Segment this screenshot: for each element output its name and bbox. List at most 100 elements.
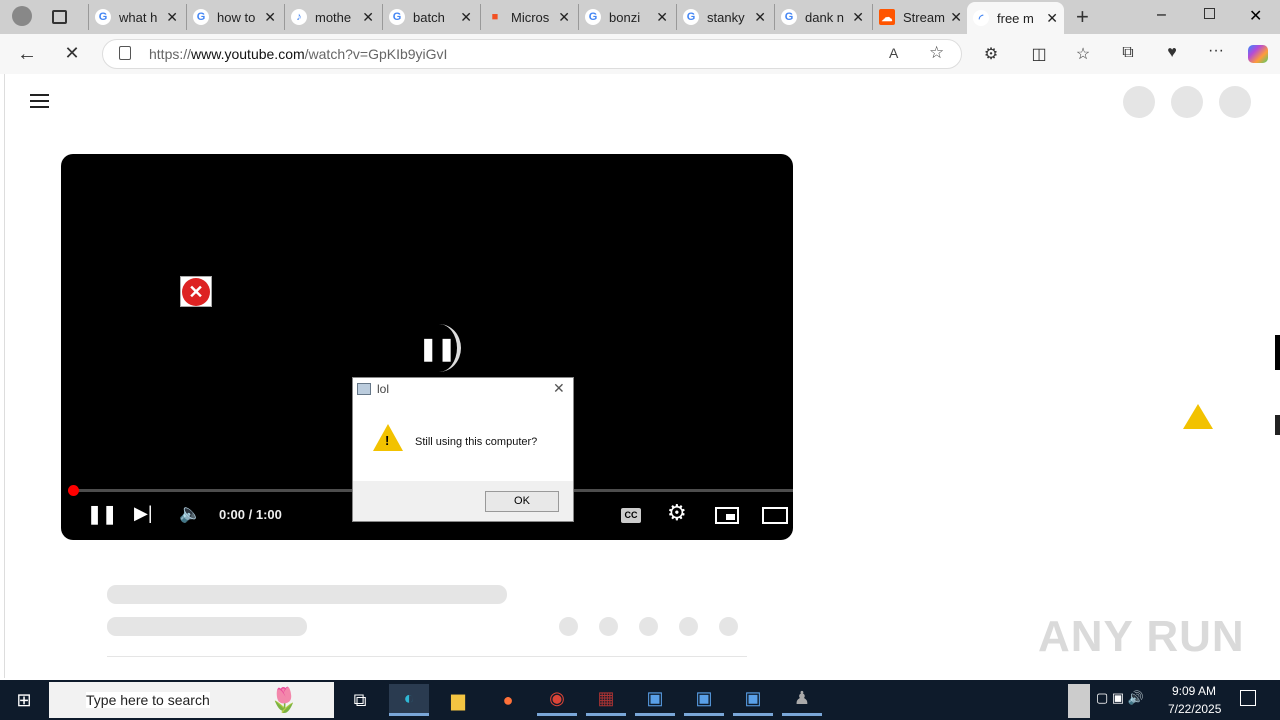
progress-scrubber[interactable] <box>68 485 79 496</box>
clock-time[interactable]: 9:09 AM <box>1172 684 1216 698</box>
split-screen-icon[interactable]: ◫ <box>1027 44 1051 64</box>
url-prefix: https:// <box>149 46 192 62</box>
placeholder-circle <box>1171 86 1203 118</box>
clock-date[interactable]: 7/22/2025 <box>1168 702 1221 716</box>
volume-button[interactable]: 🔈 <box>179 503 201 524</box>
app-window-icon[interactable]: ▣ <box>733 684 773 716</box>
dialog-close-button[interactable]: ✕ <box>553 380 565 397</box>
notifications-icon[interactable] <box>1240 690 1256 706</box>
file-explorer-icon[interactable]: ▆ <box>438 684 478 716</box>
pause-button[interactable]: ❚❚ <box>87 504 117 525</box>
action-placeholder <box>679 617 698 636</box>
extensions-icon[interactable]: ⚙ <box>979 44 1003 64</box>
miniplayer-button[interactable] <box>715 507 739 524</box>
app-window-icon[interactable]: ▣ <box>684 684 724 716</box>
tab[interactable]: ■ Micros ✕ <box>480 4 576 30</box>
tray-box <box>1068 684 1090 718</box>
copilot-icon[interactable] <box>1248 45 1268 63</box>
theater-mode-button[interactable] <box>762 507 788 524</box>
tab[interactable]: Ghow to ✕ <box>186 4 282 30</box>
tab-close-icon[interactable]: ✕ <box>950 9 962 26</box>
error-icon: ✕ <box>180 276 212 307</box>
tab-title: free m <box>997 10 1034 26</box>
site-info-icon[interactable] <box>119 46 131 60</box>
google-icon: G <box>193 9 209 25</box>
tab-close-icon[interactable]: ✕ <box>460 9 472 26</box>
tray-icons[interactable]: ▢ ▣ 🔊 <box>1096 690 1144 706</box>
tab-close-icon[interactable]: ✕ <box>264 9 276 26</box>
pause-indicator-icon: ❚❚ <box>419 336 456 361</box>
address-bar[interactable]: https://www.youtube.com/watch?v=GpKIb9yi… <box>102 39 962 69</box>
tab-close-icon[interactable]: ✕ <box>754 9 766 26</box>
app-icon[interactable]: ♟ <box>782 684 822 716</box>
tab-actions-icon[interactable] <box>52 10 67 24</box>
tab-title: batch <box>413 9 445 25</box>
tab[interactable]: Gbatch ✕ <box>382 4 478 30</box>
tab-close-icon[interactable]: ✕ <box>852 9 864 26</box>
search-flowers-icon: 🌷 <box>269 687 299 714</box>
google-icon: G <box>781 9 797 25</box>
tab[interactable]: ☁ Stream ✕ <box>872 4 968 30</box>
back-button[interactable]: ← <box>15 43 39 66</box>
restore-button[interactable] <box>1204 8 1215 19</box>
chrome-icon[interactable]: ◉ <box>537 684 577 716</box>
tab-title: what h <box>119 9 158 25</box>
taskbar: ⊞ Type here to search 🌷 ⧉ ◐ ▆ ● ◉ ▦ ▣ ▣ … <box>0 680 1280 720</box>
tab-close-icon[interactable]: ✕ <box>166 9 178 26</box>
title-placeholder <box>107 585 507 604</box>
tab[interactable]: Gdank n ✕ <box>774 4 870 30</box>
minimize-button[interactable]: – <box>1157 6 1166 24</box>
more-menu-icon[interactable]: ··· <box>1204 42 1228 60</box>
settings-button[interactable]: ⚙ <box>667 500 687 526</box>
search-placeholder: Type here to search <box>86 692 210 708</box>
next-button[interactable]: ▶| <box>134 503 153 524</box>
edge-taskbar-icon[interactable]: ◐ <box>389 684 429 716</box>
start-button[interactable]: ⊞ <box>4 684 44 716</box>
action-placeholder <box>639 617 658 636</box>
warning-mark: ! <box>385 433 390 448</box>
tab-title: Stream <box>903 9 945 25</box>
tab-title: bonzi <box>609 9 641 25</box>
soundcloud-icon: ☁ <box>879 9 895 25</box>
tab-close-icon[interactable]: ✕ <box>558 9 570 26</box>
tab[interactable]: ♪ mothe ✕ <box>284 4 380 30</box>
url-path: /watch?v=GpKIb9yiGvI <box>304 46 448 62</box>
captions-button[interactable]: CC <box>621 508 641 523</box>
google-icon: G <box>389 9 405 25</box>
menu-icon[interactable] <box>30 94 49 108</box>
collections-icon[interactable]: ⧉ <box>1116 44 1140 62</box>
read-aloud-icon[interactable]: A <box>889 45 898 61</box>
microsoft-icon: ■ <box>491 11 499 23</box>
google-icon: G <box>95 9 111 25</box>
tab[interactable]: Gwhat h ✕ <box>88 4 184 30</box>
anyrun-watermark: ANY RUN <box>1038 612 1245 661</box>
scrollbar-artifact <box>1275 415 1280 435</box>
browser-essentials-icon[interactable]: ♥ <box>1160 44 1184 62</box>
tab-close-icon[interactable]: ✕ <box>362 9 374 26</box>
placeholder-circle <box>1219 86 1251 118</box>
loading-icon: ◜ <box>973 10 989 26</box>
profile-icon[interactable] <box>12 6 32 26</box>
winrar-icon[interactable]: ▦ <box>586 684 626 716</box>
tab-title: stanky <box>707 9 745 25</box>
favorite-star-icon[interactable]: ☆ <box>929 43 944 63</box>
scrollbar-artifact <box>1275 335 1280 370</box>
tab[interactable]: Gbonzi ✕ <box>578 4 674 30</box>
tab-bar: Gwhat h ✕ Ghow to ✕ ♪ mothe ✕ Gbatch ✕ ■ Micros ✕ Gb… <box>0 0 1280 34</box>
firefox-icon[interactable]: ● <box>488 684 528 716</box>
stop-button[interactable]: ✕ <box>60 43 84 64</box>
action-placeholder <box>719 617 738 636</box>
close-window-button[interactable]: ✕ <box>1249 6 1262 26</box>
favorites-icon[interactable]: ☆ <box>1071 44 1095 64</box>
app-window-icon[interactable]: ▣ <box>635 684 675 716</box>
tab-close-icon[interactable]: ✕ <box>656 9 668 26</box>
time-display: 0:00 / 1:00 <box>219 507 282 522</box>
task-view-button[interactable]: ⧉ <box>340 684 380 716</box>
tab[interactable]: ◜ free m ✕ <box>967 2 1064 34</box>
taskbar-search[interactable]: Type here to search 🌷 <box>49 682 334 718</box>
new-tab-button[interactable]: + <box>1076 4 1089 30</box>
dialog-message: Still using this computer? <box>415 436 538 448</box>
tab[interactable]: Gstanky ✕ <box>676 4 772 30</box>
ok-button[interactable]: OK <box>485 491 559 512</box>
tab-close-icon[interactable]: ✕ <box>1046 10 1058 27</box>
